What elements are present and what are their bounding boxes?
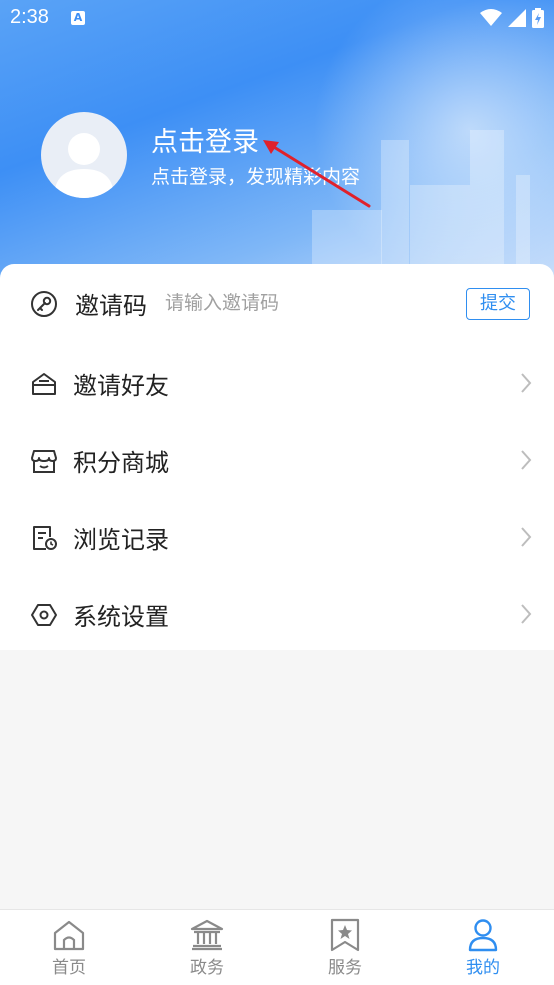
chevron-right-icon	[521, 450, 532, 470]
hexagon-settings-icon	[31, 604, 57, 626]
government-building-icon	[190, 919, 224, 951]
menu-item-invite-friends[interactable]: 邀请好友	[0, 344, 554, 420]
menu-item-browse-history[interactable]: 浏览记录	[0, 498, 554, 574]
bottom-nav: 首页 政务 服务 我的	[0, 909, 554, 985]
chevron-right-icon	[521, 527, 532, 547]
chevron-right-icon	[521, 604, 532, 624]
nav-label: 政务	[190, 958, 224, 978]
status-bar: 2:38 A	[0, 0, 554, 38]
nav-label: 首页	[52, 958, 86, 978]
user-icon	[468, 919, 498, 952]
signal-icon	[508, 9, 526, 27]
nav-item-home[interactable]: 首页	[0, 910, 138, 985]
invite-code-label: 邀请码	[75, 292, 147, 320]
submit-button[interactable]: 提交	[466, 288, 530, 320]
menu-item-label: 系统设置	[73, 603, 169, 631]
history-doc-icon	[33, 526, 57, 550]
wifi-icon	[480, 9, 502, 26]
status-time: 2:38	[10, 6, 49, 28]
mail-open-icon	[32, 373, 56, 395]
notification-icon: A	[71, 11, 85, 25]
menu-item-system-settings[interactable]: 系统设置	[0, 575, 554, 651]
home-icon	[53, 920, 85, 951]
menu-item-points-mall[interactable]: 积分商城	[0, 421, 554, 497]
chevron-right-icon	[521, 373, 532, 393]
nav-item-government[interactable]: 政务	[138, 910, 276, 985]
menu-item-label: 积分商城	[73, 449, 169, 477]
store-icon	[31, 450, 57, 473]
key-icon	[31, 291, 57, 317]
invite-code-row: 邀请码 提交	[0, 264, 554, 340]
battery-icon	[532, 8, 544, 28]
menu-card: 邀请码 提交 邀请好友 积分商城 浏览记录	[0, 264, 554, 650]
user-silhouette-icon	[54, 133, 114, 198]
avatar[interactable]	[41, 112, 127, 198]
menu-item-label: 浏览记录	[73, 526, 169, 554]
nav-item-service[interactable]: 服务	[276, 910, 414, 985]
menu-item-label: 邀请好友	[73, 372, 169, 400]
nav-item-mine[interactable]: 我的	[414, 910, 552, 985]
nav-label: 服务	[328, 958, 362, 978]
invite-code-input[interactable]	[165, 286, 445, 320]
nav-label: 我的	[466, 958, 500, 978]
login-title[interactable]: 点击登录	[151, 120, 259, 159]
annotation-arrow-icon	[263, 140, 371, 208]
star-bookmark-icon	[330, 918, 360, 952]
